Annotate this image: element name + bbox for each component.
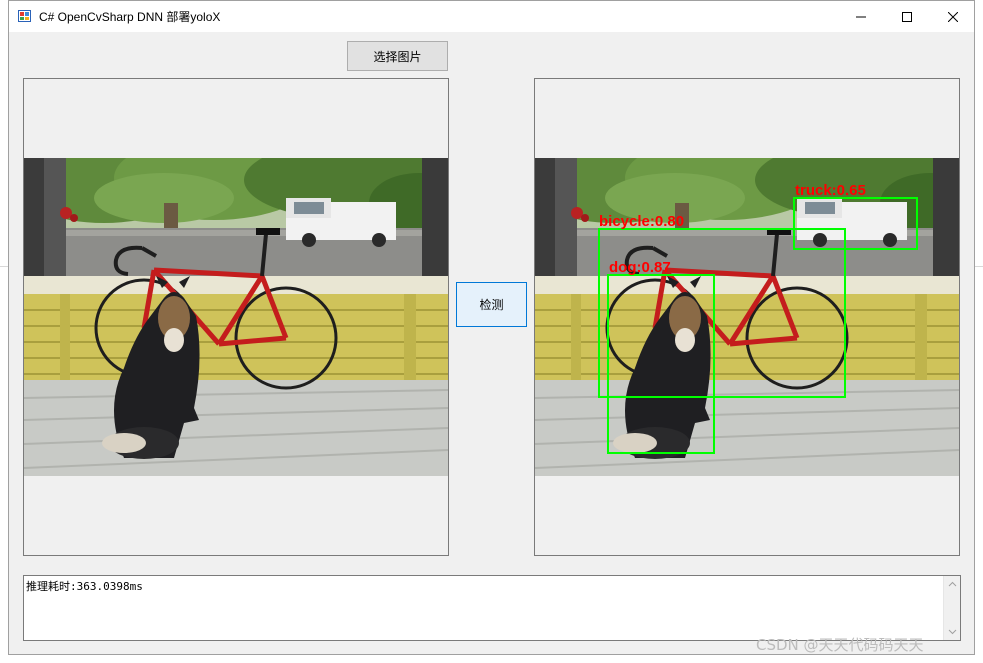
maximize-icon bbox=[902, 11, 912, 22]
detection-label-dog: dog:0.87 bbox=[609, 259, 671, 276]
window-title: C# OpenCvSharp DNN 部署yoloX bbox=[39, 10, 221, 24]
inference-time-text: 推理耗时:363.0398ms bbox=[26, 580, 143, 593]
title-bar[interactable]: C# OpenCvSharp DNN 部署yoloX bbox=[9, 1, 974, 32]
select-image-button[interactable]: 选择图片 bbox=[347, 41, 448, 71]
maximize-button[interactable] bbox=[884, 1, 930, 32]
source-photo bbox=[24, 158, 448, 476]
scroll-down-icon[interactable] bbox=[948, 627, 957, 636]
close-icon bbox=[948, 11, 958, 22]
detection-label-bicycle: bicycle:0.80 bbox=[599, 213, 684, 230]
detection-label-truck: truck:0.65 bbox=[795, 182, 866, 199]
close-button[interactable] bbox=[930, 1, 976, 32]
detect-button[interactable]: 检测 bbox=[456, 282, 527, 327]
source-picture-box bbox=[23, 78, 449, 556]
output-scrollbar[interactable] bbox=[943, 576, 960, 640]
result-picture-box: truck:0.65 bicycle:0.80 dog:0.87 bbox=[534, 78, 960, 556]
result-photo: truck:0.65 bicycle:0.80 dog:0.87 bbox=[535, 158, 959, 476]
background-divider-right bbox=[975, 266, 983, 267]
background-divider-left bbox=[0, 266, 8, 267]
minimize-button[interactable] bbox=[838, 1, 884, 32]
scroll-up-icon[interactable] bbox=[948, 580, 957, 589]
csdn-watermark: CSDN @天天代码码天天 bbox=[756, 636, 924, 654]
main-window: C# OpenCvSharp DNN 部署yoloX 选择图片 检测 truck… bbox=[8, 0, 975, 655]
app-window-icon bbox=[18, 10, 31, 22]
minimize-icon bbox=[856, 16, 866, 17]
output-textbox[interactable]: 推理耗时:363.0398ms bbox=[23, 575, 961, 641]
